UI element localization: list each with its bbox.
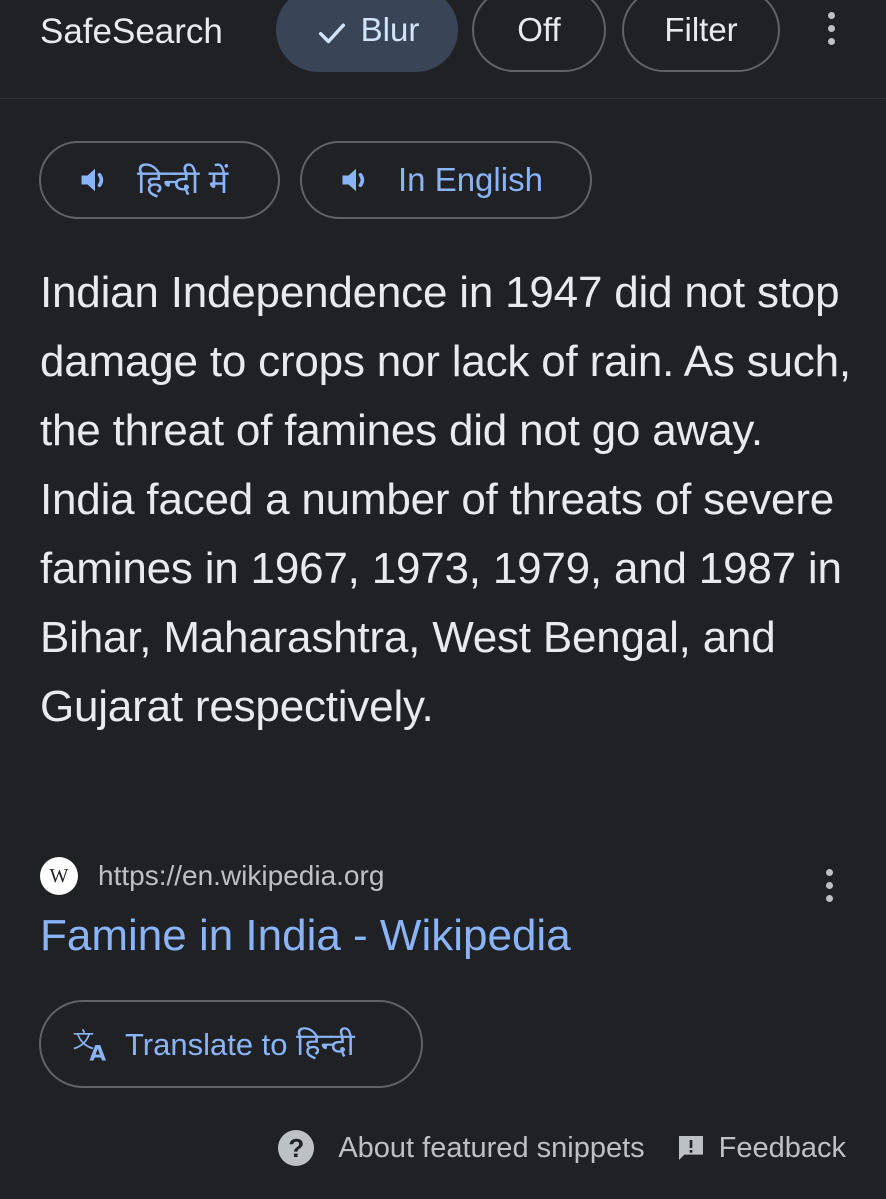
blur-label: Blur	[360, 11, 420, 48]
source-url: https://en.wikipedia.org	[98, 860, 385, 891]
safesearch-filter-chip[interactable]: Filter	[622, 0, 780, 72]
result-more-icon[interactable]	[824, 869, 834, 902]
featured-snippet-text: Indian Independence in 1947 did not stop…	[40, 268, 851, 731]
translate-icon: 文 A	[73, 1028, 107, 1064]
wikipedia-favicon-icon: W	[40, 857, 78, 895]
svg-text:A: A	[89, 1042, 106, 1064]
check-icon	[318, 23, 345, 44]
translate-label: Translate to हिन्दी	[125, 1027, 355, 1062]
listen-hindi-button[interactable]: हिन्दी में	[39, 141, 280, 219]
source-row[interactable]: W https://en.wikipedia.org	[40, 856, 384, 896]
safesearch-label: SafeSearch	[40, 12, 223, 51]
safesearch-bar: SafeSearch Blur Off Filter	[0, 0, 886, 99]
more-vert-icon[interactable]	[826, 12, 836, 45]
help-icon: ?	[278, 1130, 315, 1166]
safesearch-blur-chip[interactable]: Blur	[276, 0, 458, 72]
filter-label: Filter	[664, 11, 738, 48]
footer: ? About featured snippets Feedback	[278, 1126, 846, 1170]
speaker-icon	[81, 168, 104, 192]
feedback-icon	[678, 1136, 703, 1160]
result-title-link[interactable]: Famine in India - Wikipedia	[40, 908, 571, 964]
listen-english-label: In English	[398, 161, 543, 198]
translate-button[interactable]: 文 A Translate to हिन्दी	[39, 1000, 423, 1088]
about-featured-snippets-link[interactable]: About featured snippets	[338, 1132, 644, 1165]
listen-english-button[interactable]: In English	[300, 141, 592, 219]
listen-hindi-label: हिन्दी में	[137, 162, 229, 200]
speaker-icon	[342, 168, 365, 192]
off-label: Off	[517, 11, 561, 48]
feedback-link[interactable]: Feedback	[719, 1132, 846, 1165]
safesearch-off-chip[interactable]: Off	[472, 0, 606, 72]
